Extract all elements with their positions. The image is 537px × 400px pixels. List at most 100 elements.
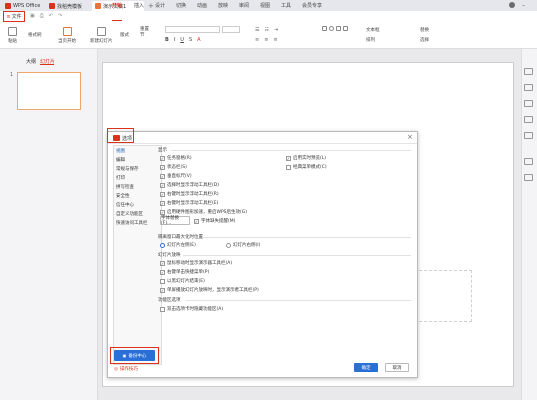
sidebar-settings-icon[interactable] bbox=[524, 132, 533, 139]
presentation-logo-icon bbox=[95, 3, 101, 9]
checkbox-single-screen-presenter[interactable]: ✓ 单屏播放幻灯片放映时，显示演示者工具栏(P) bbox=[160, 287, 259, 293]
nav-item-edit[interactable]: 编辑 bbox=[116, 157, 125, 163]
ribbon-tab-slideshow[interactable]: 放映 bbox=[218, 2, 228, 9]
checkbox-right-click-floating-toolbar-e[interactable]: ✓ 右键时显示浮动工具栏(E) bbox=[160, 200, 218, 206]
checkbox-right-click-floating-toolbar[interactable]: ✓ 右键时显示浮动工具栏(R) bbox=[160, 191, 219, 197]
ribbon-tab-tools[interactable]: 工具 bbox=[281, 2, 291, 9]
checkbox-hide-ribbon[interactable]: 双击选项卡时隐藏功能区(A) bbox=[160, 306, 223, 312]
underline-icon[interactable]: U bbox=[180, 37, 184, 43]
nav-item-spelling[interactable]: 拼写检查 bbox=[116, 184, 134, 190]
arrange-button[interactable]: 排列 bbox=[366, 37, 375, 43]
ribbon-tab-design[interactable]: 设计 bbox=[155, 2, 165, 9]
checkbox-vertical-ruler[interactable]: ✓ 垂直标尺(V) bbox=[160, 173, 192, 179]
checkbox-right-click-menu[interactable]: ✓ 右键单击快捷菜单(P) bbox=[160, 269, 209, 275]
bold-icon[interactable]: B bbox=[165, 37, 169, 43]
replace-button[interactable]: 替换 bbox=[420, 27, 429, 33]
ribbon-tab-transition[interactable]: 切换 bbox=[176, 2, 186, 9]
file-menu-button[interactable]: ≡ 文件 bbox=[3, 11, 25, 22]
radio-slide-left[interactable]: 幻灯片左侧(E) bbox=[160, 242, 196, 248]
indent-icon[interactable]: ⇥ bbox=[274, 27, 278, 33]
checkbox-select-floating-toolbar[interactable]: ✓ 选择时显示浮动工具栏(D) bbox=[160, 182, 219, 188]
checkbox-status-bar[interactable]: ✓ 状态栏(S) bbox=[160, 164, 187, 170]
checkbox-box: ✓ bbox=[160, 191, 165, 197]
section-button[interactable]: 节 bbox=[140, 32, 145, 38]
avatar[interactable] bbox=[509, 2, 515, 8]
align-right-icon[interactable]: ≡ bbox=[273, 37, 277, 43]
nav-item-view[interactable]: 视图 bbox=[116, 148, 125, 154]
minimize-icon[interactable]: – bbox=[522, 2, 525, 9]
sidebar-tool-icon[interactable] bbox=[524, 68, 533, 75]
bullet-list-icon[interactable]: ☰ bbox=[255, 27, 259, 33]
sidebar-shape-icon[interactable] bbox=[524, 84, 533, 91]
paste-icon bbox=[8, 27, 17, 36]
ribbon-tab-view[interactable]: 视图 bbox=[260, 2, 270, 9]
select-button[interactable]: 选择 bbox=[420, 37, 429, 43]
undo-icon[interactable]: ↶ bbox=[49, 13, 53, 19]
nav-item-trust-center[interactable]: 信任中心 bbox=[116, 202, 134, 208]
font-color-icon[interactable]: A bbox=[197, 37, 200, 43]
numbered-list-icon[interactable]: ☷ bbox=[264, 27, 268, 33]
slides-tab-underline bbox=[40, 64, 54, 65]
ribbon-tab-review[interactable]: 审阅 bbox=[239, 2, 249, 9]
reset-button[interactable]: 重置 bbox=[140, 26, 149, 32]
sidebar-animation-icon[interactable] bbox=[524, 116, 533, 123]
layout-button[interactable]: 版式 bbox=[120, 32, 129, 38]
print-icon[interactable]: ⎙ bbox=[40, 13, 44, 19]
tab-wps-office[interactable]: WPS Office bbox=[2, 1, 44, 11]
font-size-select[interactable] bbox=[222, 26, 240, 33]
strikethrough-icon[interactable]: S bbox=[189, 37, 192, 43]
save-icon[interactable]: ▣ bbox=[30, 13, 35, 19]
ribbon-options-separator bbox=[186, 300, 411, 301]
shape-gallery[interactable] bbox=[322, 26, 352, 44]
start-from-current-label: 当页开始 bbox=[58, 39, 76, 44]
ribbon-tab-insert[interactable]: 插入 bbox=[134, 2, 144, 9]
backup-icon: ▣ bbox=[122, 353, 127, 358]
sidebar-comment-icon[interactable] bbox=[524, 158, 533, 165]
format-painter-button[interactable]: 格式刷 bbox=[28, 32, 42, 38]
ok-button[interactable]: 确定 bbox=[354, 363, 378, 372]
redo-icon[interactable]: ↷ bbox=[58, 13, 62, 19]
sidebar-help-icon[interactable] bbox=[524, 174, 533, 181]
nav-item-print[interactable]: 打印 bbox=[116, 175, 125, 181]
ribbon-tab-member[interactable]: 会员专享 bbox=[302, 2, 322, 9]
italic-icon[interactable]: I bbox=[174, 37, 175, 43]
new-slide-button[interactable]: 新建幻灯片 bbox=[90, 27, 113, 44]
sidebar-image-icon[interactable] bbox=[524, 100, 533, 107]
checkbox-live-preview[interactable]: ✓ 启用实时预览(L) bbox=[286, 155, 326, 161]
paste-button[interactable]: 粘贴 bbox=[8, 27, 17, 44]
start-from-current-button[interactable]: 当页开始 bbox=[58, 27, 76, 44]
format-painter-label: 格式刷 bbox=[28, 33, 42, 38]
new-tab-button[interactable]: + bbox=[148, 2, 154, 10]
checkbox-presenter-toolbar[interactable]: ✓ 鼠标移动时显示演示器工具栏(A) bbox=[160, 260, 232, 266]
nav-item-general-save[interactable]: 常规与保存 bbox=[116, 166, 139, 172]
textbox-button[interactable]: 文本框 bbox=[366, 27, 380, 33]
nav-item-customize-ribbon[interactable]: 自定义功能区 bbox=[116, 211, 143, 217]
checkbox-label: 状态栏(S) bbox=[167, 165, 187, 170]
tips-link[interactable]: ◎ 操作技巧 bbox=[114, 366, 138, 373]
align-center-icon[interactable]: ≡ bbox=[264, 37, 268, 43]
backup-center-button[interactable]: ▣ 备份中心 bbox=[114, 350, 155, 361]
radio-slide-right[interactable]: 幻灯片右侧(I) bbox=[226, 242, 260, 248]
outline-tab[interactable]: 大纲 bbox=[26, 58, 36, 65]
checkbox-end-black-slide[interactable]: 以黑幻灯片结束(E) bbox=[160, 278, 205, 284]
new-slide-label: 新建幻灯片 bbox=[90, 39, 113, 44]
checkbox-task-pane[interactable]: ✓ 任务窗格(R) bbox=[160, 155, 192, 161]
checkbox-box bbox=[286, 164, 291, 170]
nav-item-quick-access[interactable]: 快速访问工具栏 bbox=[116, 220, 148, 226]
font-replace-button[interactable]: 字体替换(F)... bbox=[160, 216, 190, 226]
cancel-button[interactable]: 取消 bbox=[385, 363, 409, 372]
checkbox-font-missing[interactable]: ✓ 字体缺失提醒(M) bbox=[194, 218, 235, 224]
font-family-select[interactable] bbox=[165, 26, 220, 33]
close-icon[interactable]: × bbox=[407, 133, 413, 141]
slide-thumbnail[interactable] bbox=[17, 72, 81, 110]
options-dialog: 选项 × 视图 编辑 常规与保存 打印 拼写检查 安全性 信任中心 自定义功能区… bbox=[107, 131, 418, 378]
align-left-icon[interactable]: ≡ bbox=[255, 37, 259, 43]
wps-logo-icon bbox=[5, 3, 11, 9]
ribbon-tab-home[interactable]: 开始 bbox=[112, 2, 122, 9]
backup-center-label: 备份中心 bbox=[128, 353, 147, 359]
paragraph-group: ☰ ☷ ⇥ bbox=[255, 27, 278, 33]
ribbon-tab-animation[interactable]: 动画 bbox=[197, 2, 207, 9]
checkbox-classic-menu[interactable]: 经典菜单模式(C) bbox=[286, 164, 327, 170]
tab-template[interactable]: 找稻壳模板 bbox=[46, 1, 88, 11]
nav-item-security[interactable]: 安全性 bbox=[116, 193, 130, 199]
